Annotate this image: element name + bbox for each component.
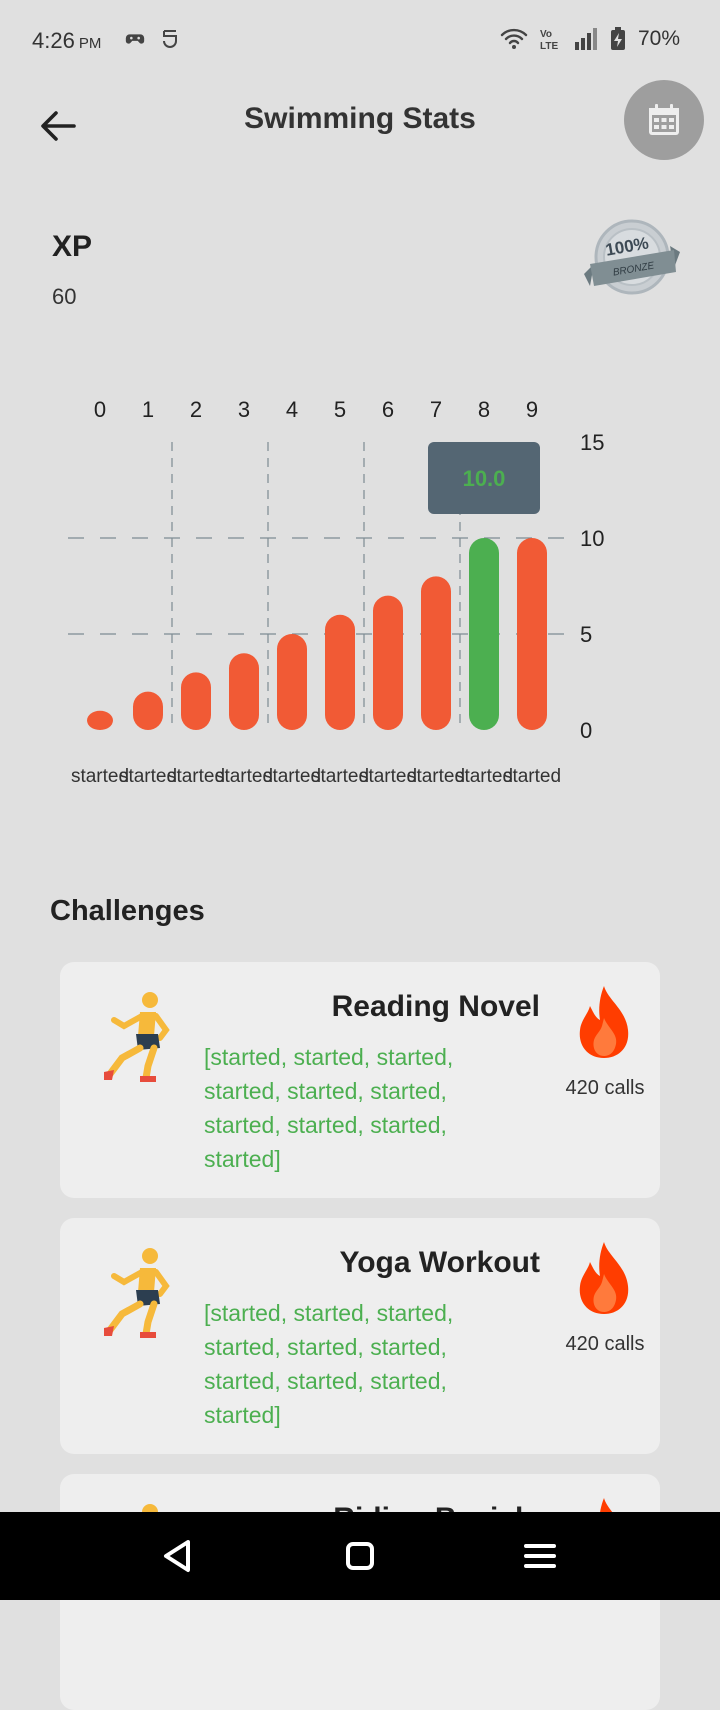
status-bar: 4:26 PM Vo LTE 70% bbox=[0, 0, 720, 84]
chart-bar bbox=[469, 538, 499, 730]
chart-bar bbox=[229, 653, 259, 730]
x-index-label: 9 bbox=[526, 397, 538, 422]
x-index-label: 2 bbox=[190, 397, 202, 422]
y-tick-label: 15 bbox=[580, 430, 604, 455]
x-index-label: 4 bbox=[286, 397, 298, 422]
battery-percent: 70% bbox=[637, 27, 680, 50]
chart-bar bbox=[87, 710, 113, 730]
x-index-label: 6 bbox=[382, 397, 394, 422]
status-time: 4:26 PM bbox=[32, 28, 101, 54]
challenge-title: Yoga Workout bbox=[339, 1246, 540, 1279]
x-category-label: started bbox=[503, 766, 561, 787]
chart-bar bbox=[325, 614, 355, 730]
challenge-status-list: [started, started, started, started, sta… bbox=[204, 1044, 454, 1172]
x-index-label: 0 bbox=[94, 397, 106, 422]
badge-icon: 100% BRONZE bbox=[584, 219, 680, 295]
xp-value: 60 bbox=[52, 284, 77, 309]
calendar-icon bbox=[649, 104, 679, 135]
calls-count: 420 calls bbox=[565, 1077, 645, 1099]
volte-icon: VoLTE bbox=[540, 29, 558, 51]
chart-bar bbox=[517, 538, 547, 730]
challenges-title: Challenges bbox=[50, 895, 205, 927]
challenge-title: Reading Novel bbox=[331, 990, 540, 1023]
chart-svg: 0510150 1 2 3 4 5 6 7 8 9startedstartedstartedsta… bbox=[68, 397, 604, 787]
chart-bar bbox=[133, 691, 163, 730]
y-tick-label: 10 bbox=[580, 526, 604, 551]
calendar-button[interactable] bbox=[624, 80, 704, 160]
chart-bar bbox=[277, 634, 307, 730]
xp-label: XP bbox=[52, 230, 93, 263]
x-index-label: 8 bbox=[478, 397, 490, 422]
x-index-label: 7 bbox=[430, 397, 442, 422]
svg-text:LTE: LTE bbox=[540, 41, 558, 51]
y-tick-label: 0 bbox=[580, 718, 592, 743]
chart-bar bbox=[421, 576, 451, 730]
battery-charging-icon bbox=[610, 27, 625, 50]
y-tick-label: 5 bbox=[580, 622, 592, 647]
page-title: Swimming Stats bbox=[244, 102, 476, 135]
challenge-card[interactable]: Reading Novel [started, started, started… bbox=[60, 962, 660, 1198]
nav-home-button[interactable] bbox=[338, 1534, 382, 1578]
calls-count: 420 calls bbox=[565, 1333, 645, 1355]
svg-text:Vo: Vo bbox=[540, 29, 552, 40]
ampm-text: PM bbox=[78, 35, 102, 52]
challenge-card[interactable]: Yoga Workout [started, started, started,… bbox=[60, 1218, 660, 1454]
chart-bar bbox=[181, 672, 211, 730]
xp-bar-chart: 0 5 10 15 0 1 2 3 4 5 6 7 8 9 started started started sta… bbox=[0, 380, 720, 810]
challenge-status-list: [started, started, started, started, sta… bbox=[204, 1300, 454, 1428]
chart-bar bbox=[373, 595, 403, 730]
app-notification-icon bbox=[163, 30, 177, 48]
x-index-label: 5 bbox=[334, 397, 346, 422]
fire-icon bbox=[579, 1242, 629, 1314]
game-controller-icon bbox=[125, 34, 145, 44]
wifi-icon bbox=[500, 28, 528, 49]
square-home-icon bbox=[346, 1542, 374, 1570]
nav-menu-button[interactable] bbox=[518, 1534, 562, 1578]
app-bar: Swimming Stats bbox=[0, 80, 720, 204]
notification-icons bbox=[124, 28, 180, 50]
runner-icon bbox=[104, 992, 170, 1082]
fire-icon bbox=[579, 986, 629, 1058]
runner-icon bbox=[104, 1248, 170, 1338]
bronze-badge: 100% BRONZE bbox=[580, 212, 690, 312]
system-nav-bar bbox=[0, 1512, 720, 1600]
signal-icon bbox=[574, 28, 597, 50]
menu-icon bbox=[524, 1544, 556, 1568]
x-index-label: 1 bbox=[142, 397, 154, 422]
time-text: 4:26 bbox=[32, 28, 75, 53]
x-index-label: 3 bbox=[238, 397, 250, 422]
triangle-back-icon bbox=[164, 1540, 190, 1572]
status-right: Vo LTE 70% bbox=[500, 27, 680, 51]
nav-back-button[interactable] bbox=[156, 1534, 200, 1578]
tooltip-value: 10.0 bbox=[463, 466, 506, 491]
